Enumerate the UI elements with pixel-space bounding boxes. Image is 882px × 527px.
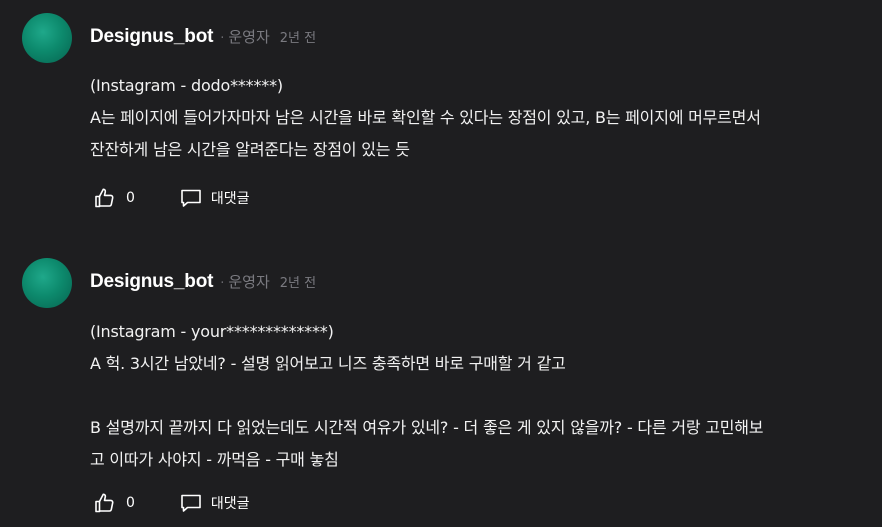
comment-line [90, 380, 870, 412]
speech-bubble-icon [179, 186, 203, 210]
comment-header: Designus_bot · 운영자 2년 전 [90, 26, 316, 48]
comment-header: Designus_bot · 운영자 2년 전 [90, 271, 316, 293]
comment-line: B 설명까지 끝까지 다 읽었는데도 시간적 여유가 있네? - 더 좋은 게 … [90, 418, 764, 437]
role-label: 운영자 [228, 28, 270, 46]
like-count: 0 [126, 495, 135, 511]
comment-body: (Instagram - your*************) A 헉. 3시간… [90, 316, 870, 476]
comment-line: (Instagram - your*************) [90, 322, 334, 341]
comment-line: (Instagram - dodo******) [90, 76, 283, 95]
author-name[interactable]: Designus_bot [90, 271, 213, 293]
timestamp: 2년 전 [279, 31, 317, 46]
comment-actions: 0 대댓글 [93, 491, 250, 515]
like-button[interactable]: 0 [93, 491, 135, 515]
author-name[interactable]: Designus_bot [90, 26, 213, 48]
reply-button[interactable]: 대댓글 [179, 491, 250, 515]
comment-line: A는 페이지에 들어가자마자 남은 시간을 바로 확인할 수 있다는 장점이 있… [90, 108, 761, 127]
comment-body: (Instagram - dodo******) A는 페이지에 들어가자마자 … [90, 70, 870, 166]
reply-button[interactable]: 대댓글 [179, 186, 250, 210]
reply-label: 대댓글 [210, 496, 250, 512]
like-button[interactable]: 0 [93, 186, 135, 210]
speech-bubble-icon [179, 491, 203, 515]
meta-separator: · [220, 276, 225, 291]
comment-line: 잔잔하게 남은 시간을 알려준다는 장점이 있는 듯 [90, 140, 410, 159]
thumbs-up-icon [93, 491, 117, 515]
role-label: 운영자 [228, 273, 270, 291]
comment-actions: 0 대댓글 [93, 186, 250, 210]
avatar[interactable] [22, 258, 72, 308]
comment-line: 고 이따가 사야지 - 까먹음 - 구매 놓침 [90, 450, 339, 469]
meta-separator: · [220, 31, 225, 46]
avatar[interactable] [22, 13, 72, 63]
comment-line: A 헉. 3시간 남았네? - 설명 읽어보고 니즈 충족하면 바로 구매할 거… [90, 354, 566, 373]
reply-label: 대댓글 [210, 191, 250, 207]
thumbs-up-icon [93, 186, 117, 210]
timestamp: 2년 전 [279, 276, 317, 291]
like-count: 0 [126, 190, 135, 206]
